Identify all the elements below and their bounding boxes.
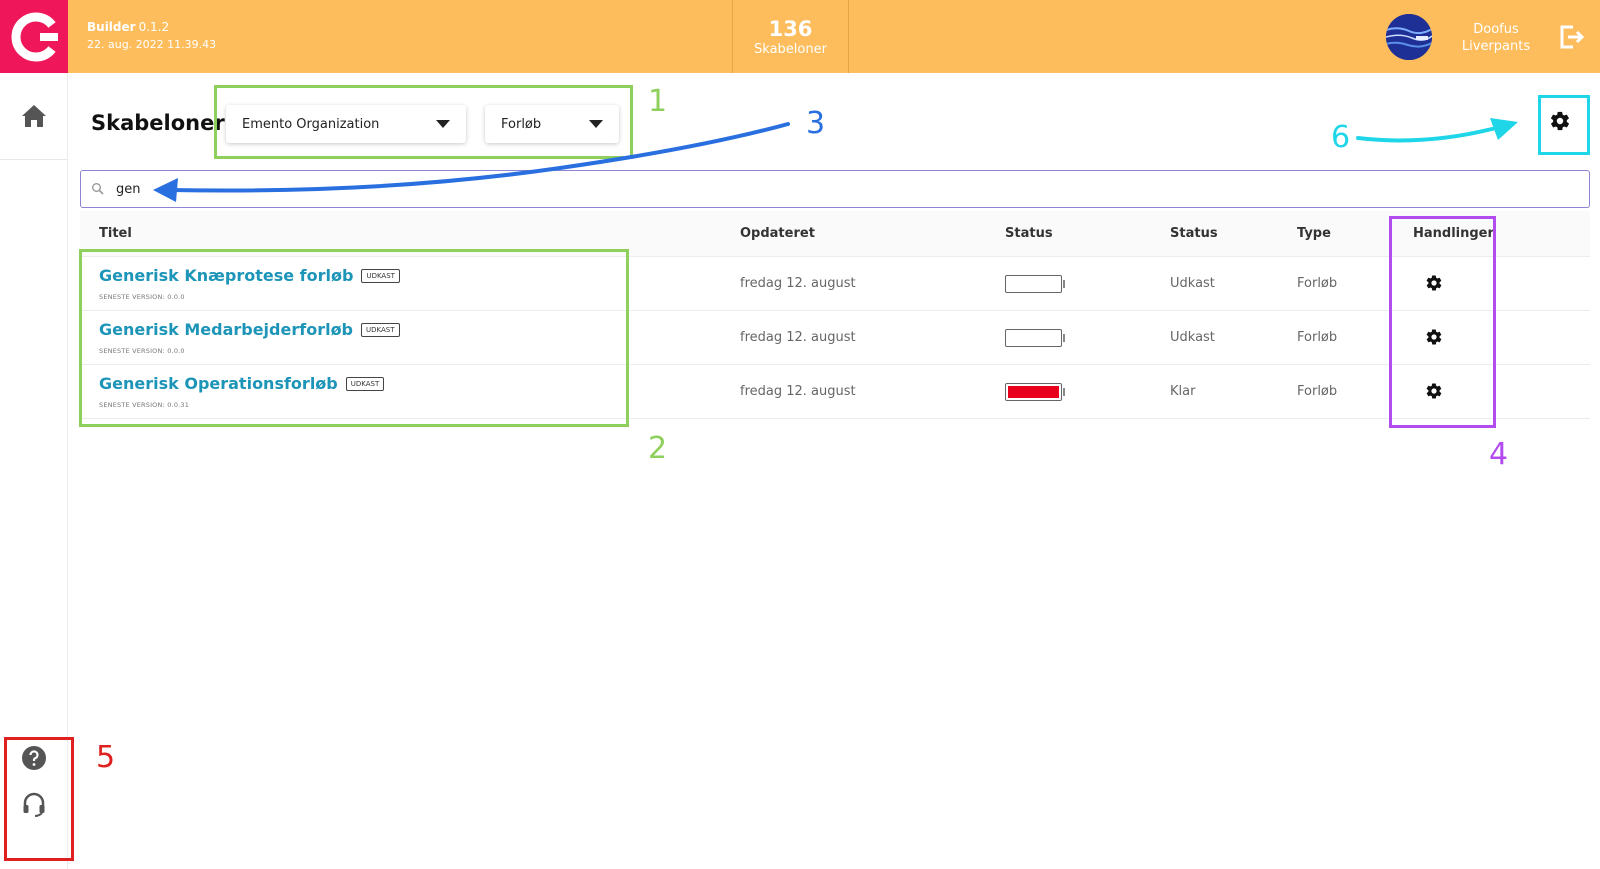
status-text: Klar [1170, 384, 1196, 399]
user-name[interactable]: Doofus Liverpants [1446, 21, 1546, 55]
annotation-label-5: 5 [96, 740, 116, 775]
annotation-box-6 [1538, 95, 1590, 155]
column-header-title[interactable]: Titel [99, 226, 132, 241]
updated-date: fredag 12. august [740, 276, 856, 291]
annotation-label-3: 3 [806, 106, 826, 141]
logout-icon [1560, 25, 1585, 49]
app-info: Builder 0.1.2 22. aug. 2022 11.39.43 [87, 20, 216, 51]
column-header-type[interactable]: Type [1297, 226, 1331, 241]
app-version: 0.1.2 [138, 20, 170, 34]
column-header-status[interactable]: Status [1170, 226, 1218, 241]
type-text: Forløb [1297, 384, 1338, 399]
logo-icon [11, 12, 58, 61]
type-text: Forløb [1297, 330, 1338, 345]
status-indicator [1005, 329, 1065, 347]
app-logo[interactable] [0, 0, 68, 73]
home-icon [22, 105, 46, 127]
annotation-label-2: 2 [648, 431, 668, 466]
status-indicator-nub [1063, 280, 1065, 288]
column-header-status-indicator[interactable]: Status [1005, 226, 1053, 241]
updated-date: fredag 12. august [740, 330, 856, 345]
search-icon [92, 183, 104, 195]
column-header-updated[interactable]: Opdateret [740, 226, 815, 241]
annotation-arrow-6 [1356, 118, 1518, 143]
annotation-box-4 [1389, 216, 1496, 428]
home-button[interactable] [0, 73, 68, 160]
type-text: Forløb [1297, 276, 1338, 291]
annotation-box-2 [79, 249, 629, 427]
annotation-box-5 [4, 737, 74, 861]
logout-button[interactable] [1557, 23, 1585, 51]
app-name: Builder 0.1.2 [87, 20, 170, 34]
status-indicator [1005, 383, 1065, 401]
updated-date: fredag 12. august [740, 384, 856, 399]
status-text: Udkast [1170, 276, 1215, 291]
counter-label: Skabeloner [754, 42, 827, 57]
user-first-name: Doofus [1473, 22, 1519, 37]
templates-counter: 136 Skabeloner [732, 0, 849, 73]
annotation-label-6: 6 [1331, 120, 1351, 155]
status-indicator-fill [1008, 386, 1059, 398]
build-date: 22. aug. 2022 11.39.43 [87, 38, 217, 51]
user-last-name: Liverpants [1461, 39, 1531, 54]
status-indicator [1005, 275, 1065, 293]
annotation-label-4: 4 [1489, 437, 1509, 472]
status-text: Udkast [1170, 330, 1215, 345]
counter-value: 136 [768, 17, 813, 41]
status-indicator-nub [1063, 334, 1065, 342]
avatar[interactable] [1386, 14, 1432, 60]
avatar-image [1386, 14, 1432, 60]
top-bar: Builder 0.1.2 22. aug. 2022 11.39.43 136 … [0, 0, 1600, 73]
status-indicator-nub [1063, 388, 1065, 396]
annotation-arrow-3 [153, 122, 790, 202]
